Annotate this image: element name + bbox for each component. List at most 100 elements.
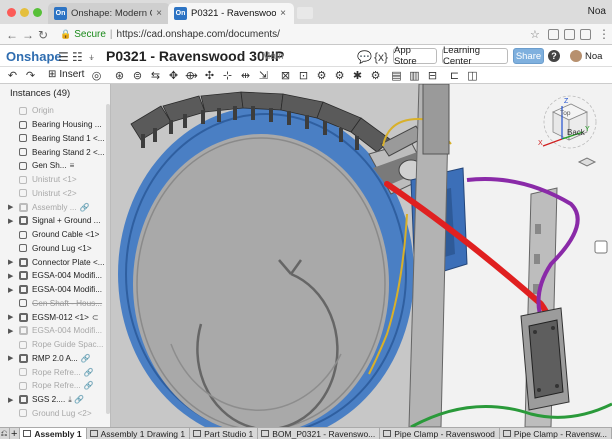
- redo-icon[interactable]: ↷: [24, 69, 37, 82]
- expand-chevron-icon[interactable]: ▶: [8, 258, 13, 266]
- extension-icon[interactable]: [580, 29, 591, 40]
- instance-row[interactable]: ▶ EGSA-004 Modifi...: [0, 324, 106, 338]
- undo-icon[interactable]: ↶: [6, 69, 19, 82]
- gear-relation-icon[interactable]: ⚙: [315, 69, 328, 82]
- url-field[interactable]: 🔒 Secure | https://cad.onshape.com/docum…: [60, 27, 530, 42]
- onshape-logo[interactable]: Onshape: [6, 49, 62, 64]
- back-arrow-icon[interactable]: ←: [6, 28, 18, 42]
- instance-row[interactable]: Rope Refre... 🔗: [0, 379, 106, 393]
- viewcube-back-label[interactable]: Back: [567, 128, 585, 137]
- zoom-window-button[interactable]: [33, 8, 42, 17]
- measure-icon[interactable]: ⊟: [426, 69, 439, 82]
- document-properties-icon[interactable]: ☷: [72, 50, 83, 64]
- help-icon[interactable]: ?: [548, 50, 560, 62]
- viewcube-top-label[interactable]: Top: [560, 110, 570, 117]
- instance-row[interactable]: Bearing Housing ...: [0, 118, 106, 132]
- parallel-mate-icon[interactable]: ⇹: [239, 69, 252, 82]
- group-icon[interactable]: ⊡: [297, 69, 310, 82]
- instance-row[interactable]: Ground Lug <1>: [0, 242, 106, 256]
- add-tab-button[interactable]: +: [10, 427, 21, 439]
- pin-slot-mate-icon[interactable]: ✣: [203, 69, 216, 82]
- element-tab[interactable]: Pipe Clamp - Ravenswood: [380, 427, 500, 439]
- expand-chevron-icon[interactable]: ▶: [8, 286, 13, 294]
- forward-arrow-icon[interactable]: →: [22, 28, 34, 42]
- instance-row[interactable]: ▶ SGS 2.... ⤓ 🔗: [0, 393, 106, 407]
- element-tab[interactable]: Assembly 1 Drawing 1: [87, 427, 191, 439]
- close-window-button[interactable]: [7, 8, 16, 17]
- instance-row[interactable]: ▶ Assembly ... 🔗: [0, 200, 106, 214]
- instance-row[interactable]: Bearing Stand 2 <...: [0, 145, 106, 159]
- close-tab-icon[interactable]: ×: [280, 8, 286, 19]
- revolute-mate-icon[interactable]: ⊜: [131, 69, 144, 82]
- display-states-icon[interactable]: ⊏: [448, 69, 461, 82]
- element-tab[interactable]: Part Studio 1: [190, 427, 259, 439]
- element-tab[interactable]: Pipe Clamp - Ravensw...: [500, 427, 612, 439]
- ball-mate-icon[interactable]: ⊹: [221, 69, 234, 82]
- app-store-button[interactable]: App Store: [393, 45, 437, 67]
- explode-icon[interactable]: ▤: [390, 69, 403, 82]
- instance-row[interactable]: ▶ EGSA-004 Modifi...: [0, 283, 106, 297]
- expand-chevron-icon[interactable]: ▶: [8, 354, 13, 362]
- fastened-mate-icon[interactable]: ⊛: [113, 69, 126, 82]
- instance-row[interactable]: Ground Cable <1>: [0, 228, 106, 242]
- cast-icon[interactable]: [548, 29, 559, 40]
- instance-row[interactable]: ▶ EGSA-004 Modifi...: [0, 269, 106, 283]
- browser-menu-icon[interactable]: ⋮: [598, 27, 610, 41]
- instance-row[interactable]: Gen Shaft - Hous...: [0, 297, 106, 311]
- element-tab[interactable]: BOM_P0321 - Ravenswo...: [258, 427, 381, 439]
- planar-mate-icon[interactable]: ✥: [167, 69, 180, 82]
- instance-row[interactable]: Rope Refre... 🔗: [0, 365, 106, 379]
- instance-row[interactable]: ▶ Connector Plate <...: [0, 255, 106, 269]
- close-tab-icon[interactable]: ×: [156, 8, 162, 19]
- minimize-window-button[interactable]: [20, 8, 29, 17]
- instance-row[interactable]: Bearing Stand 1 <...: [0, 132, 106, 146]
- document-title[interactable]: P0321 - Ravenswood 30HP: [106, 48, 284, 64]
- rack-pinion-icon[interactable]: ⚙: [333, 69, 346, 82]
- expand-chevron-icon[interactable]: ▶: [8, 327, 13, 335]
- instance-row[interactable]: Unistrut <2>: [0, 187, 106, 201]
- screw-relation-icon[interactable]: ✱: [351, 69, 364, 82]
- comments-icon[interactable]: 💬: [357, 50, 372, 64]
- render-icon[interactable]: ◫: [466, 69, 479, 82]
- expand-chevron-icon[interactable]: ▶: [8, 217, 13, 225]
- section-view-icon[interactable]: ▥: [408, 69, 421, 82]
- browser-tab-onshape-home[interactable]: On Onshape: Modern CAD. Finally. ×: [48, 3, 170, 24]
- share-button[interactable]: Share: [513, 48, 544, 64]
- instance-row[interactable]: Origin: [0, 104, 106, 118]
- expand-chevron-icon[interactable]: ▶: [8, 313, 13, 321]
- user-menu-name[interactable]: Noa: [585, 51, 602, 62]
- instance-row[interactable]: ▶ EGSM-012 <1> ⊂: [0, 310, 106, 324]
- avatar[interactable]: [570, 50, 582, 62]
- instance-row[interactable]: Rope Guide Spac...: [0, 338, 106, 352]
- instance-row[interactable]: Unistrut <1>: [0, 173, 106, 187]
- instance-row[interactable]: ▶ RMP 2.0 A... 🔗: [0, 352, 106, 366]
- browser-tab-document[interactable]: On P0321 - Ravenswood 30HP | A ×: [168, 3, 294, 24]
- learning-center-button[interactable]: Learning Center: [442, 45, 508, 67]
- bookmark-star-icon[interactable]: ☆: [530, 28, 540, 41]
- mate-connector-icon[interactable]: ⊠: [279, 69, 292, 82]
- cad-model[interactable]: [111, 84, 612, 427]
- browser-profile-name[interactable]: Noa: [588, 6, 606, 17]
- instance-row[interactable]: Gen Sh... ≡: [0, 159, 106, 173]
- element-tab[interactable]: Assembly 1: [20, 427, 87, 439]
- instances-scrollbar[interactable]: [106, 104, 110, 414]
- slider-mate-icon[interactable]: ⇆: [149, 69, 162, 82]
- graphics-viewport[interactable]: Back Top X Y Z: [111, 84, 612, 427]
- hamburger-menu-icon[interactable]: ☰: [58, 50, 69, 64]
- cylindrical-mate-icon[interactable]: ⟴: [185, 69, 198, 82]
- new-tab-button[interactable]: [297, 7, 313, 19]
- replicate-icon[interactable]: ◎: [90, 69, 103, 82]
- expand-chevron-icon[interactable]: ▶: [8, 203, 13, 211]
- expand-chevron-icon[interactable]: ▶: [8, 396, 13, 404]
- reload-icon[interactable]: ↻: [38, 28, 48, 42]
- tab-manager-icon[interactable]: ⎌: [0, 427, 11, 439]
- linear-relation-icon[interactable]: ⚙: [369, 69, 382, 82]
- variables-icon[interactable]: {x}: [374, 50, 388, 64]
- instance-row[interactable]: Ground Lug <2>: [0, 407, 106, 421]
- expand-chevron-icon[interactable]: ▶: [8, 272, 13, 280]
- tangent-mate-icon[interactable]: ⇲: [257, 69, 270, 82]
- extension-icon[interactable]: [564, 29, 575, 40]
- insert-button[interactable]: ⊞ Insert: [48, 69, 84, 80]
- versions-icon[interactable]: ⍖: [88, 50, 95, 65]
- instance-row[interactable]: ▶ Signal + Ground ...: [0, 214, 106, 228]
